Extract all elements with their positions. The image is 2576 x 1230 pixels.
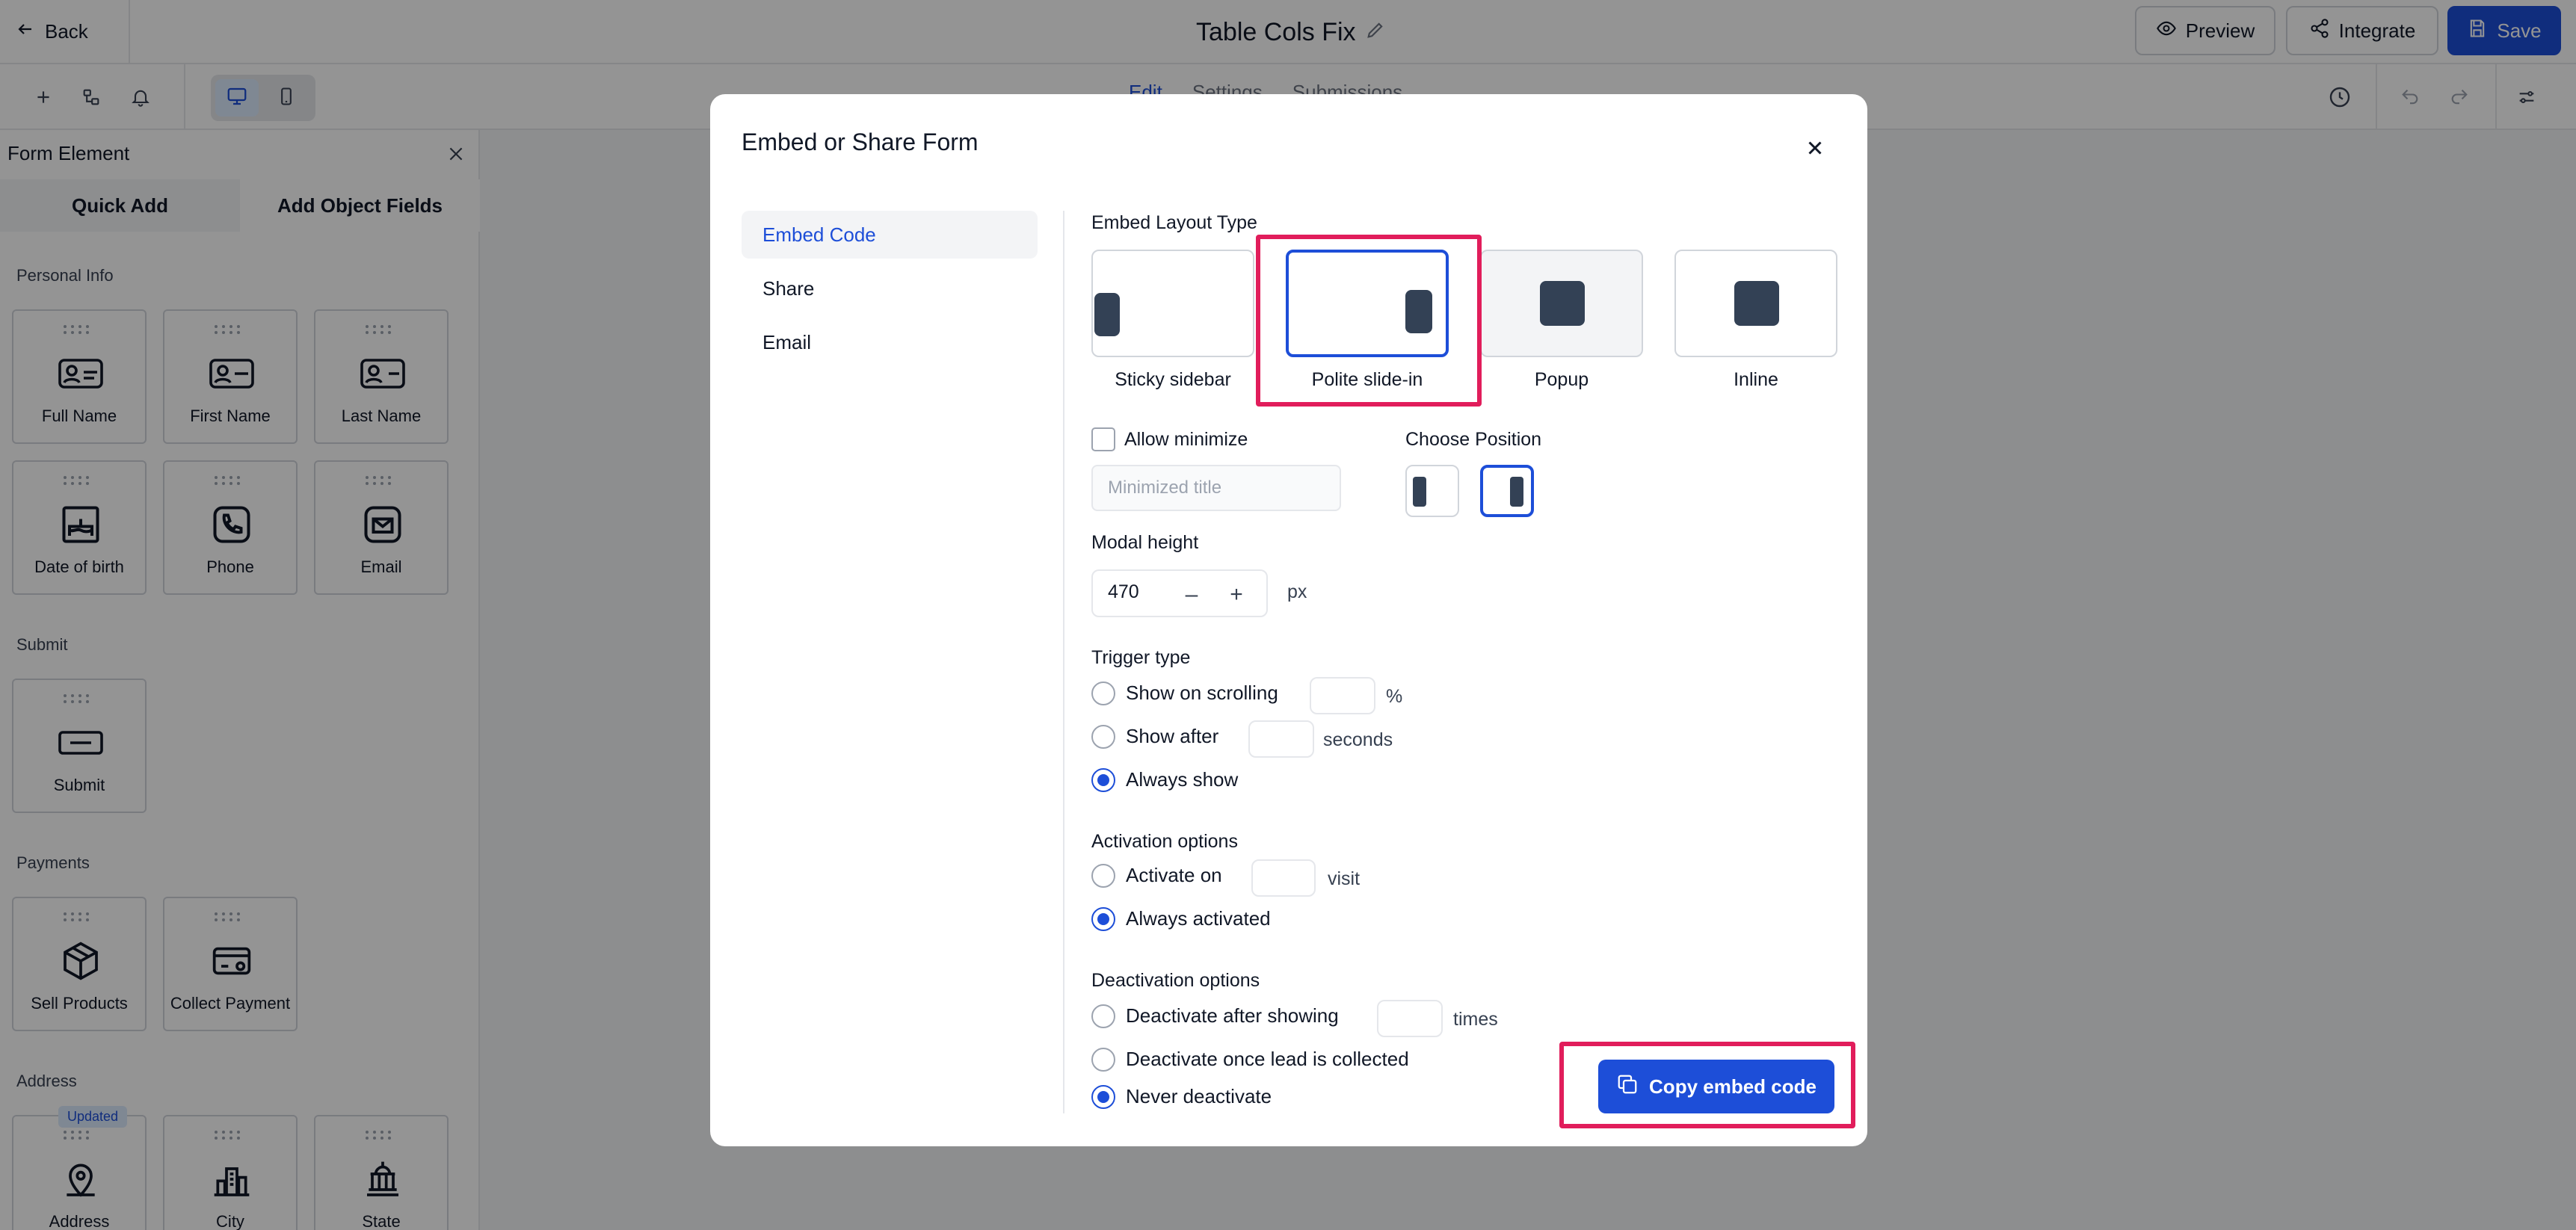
nav-share[interactable]: Share xyxy=(742,265,1038,312)
highlight-box xyxy=(1559,1042,1855,1128)
trigger-always-radio[interactable] xyxy=(1091,768,1115,792)
minus-icon[interactable]: – xyxy=(1175,578,1208,611)
choose-position-label: Choose Position xyxy=(1405,429,1542,450)
layout-label: Inline xyxy=(1734,369,1778,390)
times-unit: times xyxy=(1453,1009,1498,1030)
deactivate-lead-radio[interactable] xyxy=(1091,1048,1115,1072)
position-preview-block xyxy=(1413,477,1426,507)
always-activated-radio[interactable] xyxy=(1091,907,1115,931)
scroll-percent-input[interactable] xyxy=(1310,677,1375,714)
scroll-unit: % xyxy=(1386,686,1403,707)
trigger-scroll-label: Show on scrolling xyxy=(1126,682,1278,704)
allow-minimize-label: Allow minimize xyxy=(1124,429,1248,450)
layout-sticky-sidebar[interactable] xyxy=(1091,250,1254,357)
minimized-title-input[interactable]: Minimized title xyxy=(1091,465,1341,511)
deactivate-after-label: Deactivate after showing xyxy=(1126,1004,1339,1027)
modal-height-stepper[interactable]: 470 – + xyxy=(1091,569,1268,617)
always-activated-label: Always activated xyxy=(1126,907,1271,930)
modal-height-label: Modal height xyxy=(1091,532,1199,553)
layout-preview-block xyxy=(1734,281,1779,326)
modal-height-unit: px xyxy=(1287,581,1307,602)
modal-nav: Embed Code Share Email xyxy=(742,211,1038,372)
seconds-unit: seconds xyxy=(1323,729,1393,750)
layout-label: Popup xyxy=(1534,369,1589,390)
trigger-after-label: Show after xyxy=(1126,725,1219,747)
never-deactivate-radio[interactable] xyxy=(1091,1085,1115,1109)
modal-height-value: 470 xyxy=(1108,581,1139,602)
trigger-always-label: Always show xyxy=(1126,768,1239,791)
layout-preview-block xyxy=(1094,293,1120,336)
delay-seconds-input[interactable] xyxy=(1248,720,1314,758)
modal-title: Embed or Share Form xyxy=(742,129,979,155)
visit-count-input[interactable] xyxy=(1251,859,1316,897)
nav-email[interactable]: Email xyxy=(742,318,1038,366)
position-preview-block xyxy=(1510,477,1523,507)
allow-minimize-checkbox[interactable] xyxy=(1091,427,1115,451)
nav-embed-code[interactable]: Embed Code xyxy=(742,211,1038,259)
deactivate-lead-label: Deactivate once lead is collected xyxy=(1126,1048,1409,1070)
visit-unit: visit xyxy=(1328,868,1361,889)
deactivate-after-radio[interactable] xyxy=(1091,1004,1115,1028)
layout-inline[interactable] xyxy=(1674,250,1837,357)
layout-popup[interactable] xyxy=(1480,250,1643,357)
position-right-button[interactable] xyxy=(1480,465,1534,517)
activate-on-radio[interactable] xyxy=(1091,864,1115,888)
deactivation-options-label: Deactivation options xyxy=(1091,970,1260,991)
plus-icon[interactable]: + xyxy=(1220,578,1253,611)
never-deactivate-label: Never deactivate xyxy=(1126,1085,1272,1107)
highlight-box xyxy=(1256,235,1482,407)
layout-preview-block xyxy=(1540,281,1585,326)
position-left-button[interactable] xyxy=(1405,465,1459,517)
show-times-input[interactable] xyxy=(1377,1000,1443,1037)
activation-options-label: Activation options xyxy=(1091,831,1238,852)
trigger-after-radio[interactable] xyxy=(1091,725,1115,749)
trigger-scroll-radio[interactable] xyxy=(1091,682,1115,705)
layout-label: Sticky sidebar xyxy=(1115,369,1231,390)
trigger-type-label: Trigger type xyxy=(1091,647,1191,668)
activate-on-label: Activate on xyxy=(1126,864,1222,886)
embed-layout-type-label: Embed Layout Type xyxy=(1091,212,1257,233)
divider xyxy=(1063,211,1064,1113)
